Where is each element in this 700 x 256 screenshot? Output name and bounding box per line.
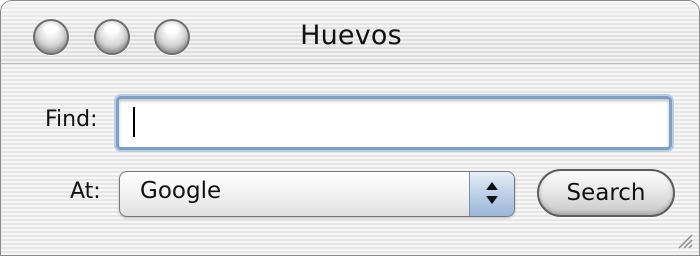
find-label: Find:: [45, 107, 98, 132]
find-field[interactable]: [116, 96, 672, 150]
updown-arrows-icon: [469, 172, 514, 216]
resize-grip-icon[interactable]: [673, 229, 693, 249]
site-popup-selected: Google: [140, 178, 222, 204]
app-window: Huevos Find: At: Google Search: [0, 0, 700, 256]
site-popup-menu[interactable]: Google: [119, 171, 515, 217]
at-label: At:: [70, 179, 101, 204]
window-title: Huevos: [300, 20, 402, 51]
search-button[interactable]: Search: [537, 169, 675, 217]
find-input[interactable]: [129, 105, 659, 141]
arrow-up-icon: [486, 182, 498, 190]
arrow-down-icon: [486, 196, 498, 204]
text-caret: [133, 107, 135, 137]
title-bar[interactable]: Huevos: [1, 1, 699, 64]
